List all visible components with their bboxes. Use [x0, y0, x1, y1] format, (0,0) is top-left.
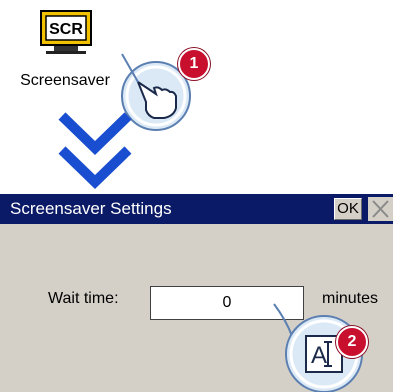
screensaver-icon-text: SCR	[49, 21, 83, 38]
close-icon[interactable]	[368, 197, 393, 221]
step-2-badge: 2	[336, 326, 368, 358]
screensaver-icon-label: Screensaver	[20, 72, 110, 89]
dialog-titlebar: Screensaver Settings OK	[0, 194, 393, 224]
down-arrow-icon	[58, 112, 132, 189]
screensaver-monitor-icon[interactable]: SCR	[38, 8, 94, 56]
wait-time-label: Wait time:	[48, 290, 119, 307]
text-entry-icon: A	[311, 342, 327, 369]
step-1-badge: 1	[178, 48, 210, 80]
ok-button[interactable]: OK	[334, 198, 362, 220]
dialog-title: Screensaver Settings	[10, 199, 172, 218]
